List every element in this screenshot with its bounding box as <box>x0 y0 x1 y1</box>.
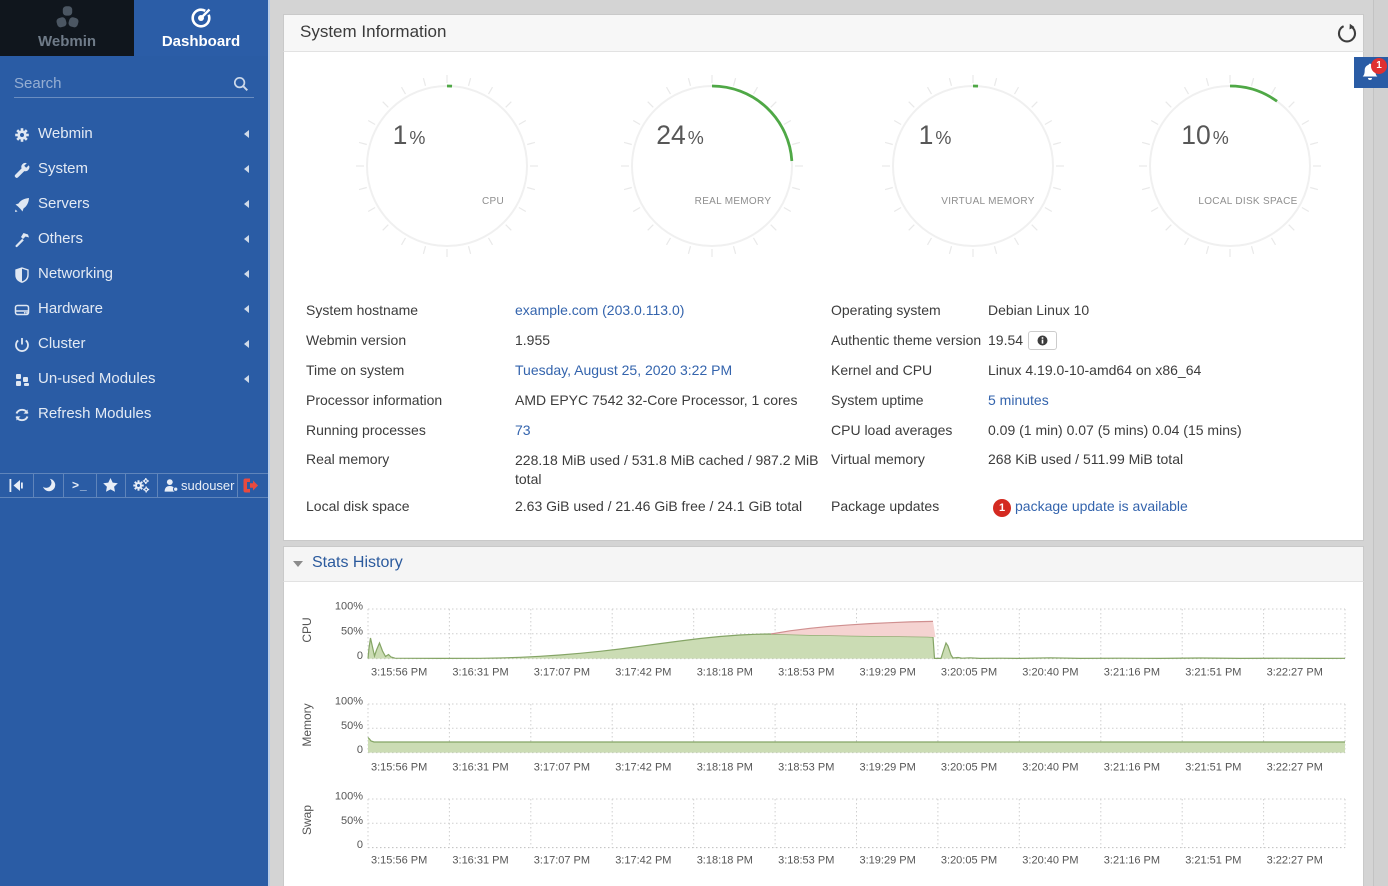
svg-text:3:17:42 PM: 3:17:42 PM <box>615 855 671 867</box>
svg-text:24%: 24% <box>656 120 704 150</box>
svg-text:3:22:27 PM: 3:22:27 PM <box>1267 855 1323 867</box>
svg-text:0: 0 <box>357 839 363 851</box>
svg-text:3:18:53 PM: 3:18:53 PM <box>778 667 834 679</box>
svg-text:3:16:31 PM: 3:16:31 PM <box>452 762 508 774</box>
svg-text:3:15:56 PM: 3:15:56 PM <box>371 667 427 679</box>
svg-text:3:21:51 PM: 3:21:51 PM <box>1185 855 1241 867</box>
svg-text:3:20:05 PM: 3:20:05 PM <box>941 855 997 867</box>
svg-text:3:15:56 PM: 3:15:56 PM <box>371 855 427 867</box>
svg-text:REAL MEMORY: REAL MEMORY <box>695 196 772 207</box>
svg-text:3:22:27 PM: 3:22:27 PM <box>1267 667 1323 679</box>
svg-text:3:16:31 PM: 3:16:31 PM <box>452 667 508 679</box>
svg-text:1%: 1% <box>919 120 952 150</box>
svg-text:3:17:42 PM: 3:17:42 PM <box>615 667 671 679</box>
svg-text:0: 0 <box>357 650 363 662</box>
svg-text:LOCAL DISK SPACE: LOCAL DISK SPACE <box>1198 196 1297 207</box>
svg-text:3:20:05 PM: 3:20:05 PM <box>941 762 997 774</box>
svg-text:Memory: Memory <box>300 703 314 746</box>
svg-text:100%: 100% <box>335 791 363 803</box>
svg-text:1%: 1% <box>393 120 426 150</box>
svg-text:3:19:29 PM: 3:19:29 PM <box>860 762 916 774</box>
svg-text:10%: 10% <box>1181 120 1229 150</box>
svg-text:3:15:56 PM: 3:15:56 PM <box>371 762 427 774</box>
svg-text:Swap: Swap <box>300 805 314 835</box>
svg-text:3:20:40 PM: 3:20:40 PM <box>1022 855 1078 867</box>
svg-text:0: 0 <box>357 744 363 756</box>
svg-text:3:21:51 PM: 3:21:51 PM <box>1185 762 1241 774</box>
svg-text:100%: 100% <box>335 696 363 708</box>
svg-text:3:17:07 PM: 3:17:07 PM <box>534 667 590 679</box>
svg-text:3:18:53 PM: 3:18:53 PM <box>778 762 834 774</box>
svg-text:100%: 100% <box>335 601 363 613</box>
svg-text:50%: 50% <box>341 720 363 732</box>
svg-text:3:16:31 PM: 3:16:31 PM <box>452 855 508 867</box>
svg-text:3:19:29 PM: 3:19:29 PM <box>860 667 916 679</box>
svg-text:3:17:07 PM: 3:17:07 PM <box>534 855 590 867</box>
svg-text:3:20:05 PM: 3:20:05 PM <box>941 667 997 679</box>
svg-text:3:18:18 PM: 3:18:18 PM <box>697 667 753 679</box>
svg-text:3:17:07 PM: 3:17:07 PM <box>534 762 590 774</box>
svg-text:3:21:16 PM: 3:21:16 PM <box>1104 855 1160 867</box>
svg-text:3:21:51 PM: 3:21:51 PM <box>1185 667 1241 679</box>
svg-text:VIRTUAL MEMORY: VIRTUAL MEMORY <box>941 196 1035 207</box>
svg-text:3:18:53 PM: 3:18:53 PM <box>778 855 834 867</box>
svg-text:50%: 50% <box>341 625 363 637</box>
svg-text:3:21:16 PM: 3:21:16 PM <box>1104 762 1160 774</box>
svg-text:3:18:18 PM: 3:18:18 PM <box>697 855 753 867</box>
svg-text:50%: 50% <box>341 815 363 827</box>
svg-text:3:22:27 PM: 3:22:27 PM <box>1267 762 1323 774</box>
svg-text:CPU: CPU <box>300 617 314 642</box>
svg-text:3:20:40 PM: 3:20:40 PM <box>1022 667 1078 679</box>
svg-text:3:18:18 PM: 3:18:18 PM <box>697 762 753 774</box>
svg-text:3:20:40 PM: 3:20:40 PM <box>1022 762 1078 774</box>
svg-text:CPU: CPU <box>482 196 504 207</box>
svg-text:3:21:16 PM: 3:21:16 PM <box>1104 667 1160 679</box>
svg-text:3:19:29 PM: 3:19:29 PM <box>860 855 916 867</box>
svg-text:3:17:42 PM: 3:17:42 PM <box>615 762 671 774</box>
